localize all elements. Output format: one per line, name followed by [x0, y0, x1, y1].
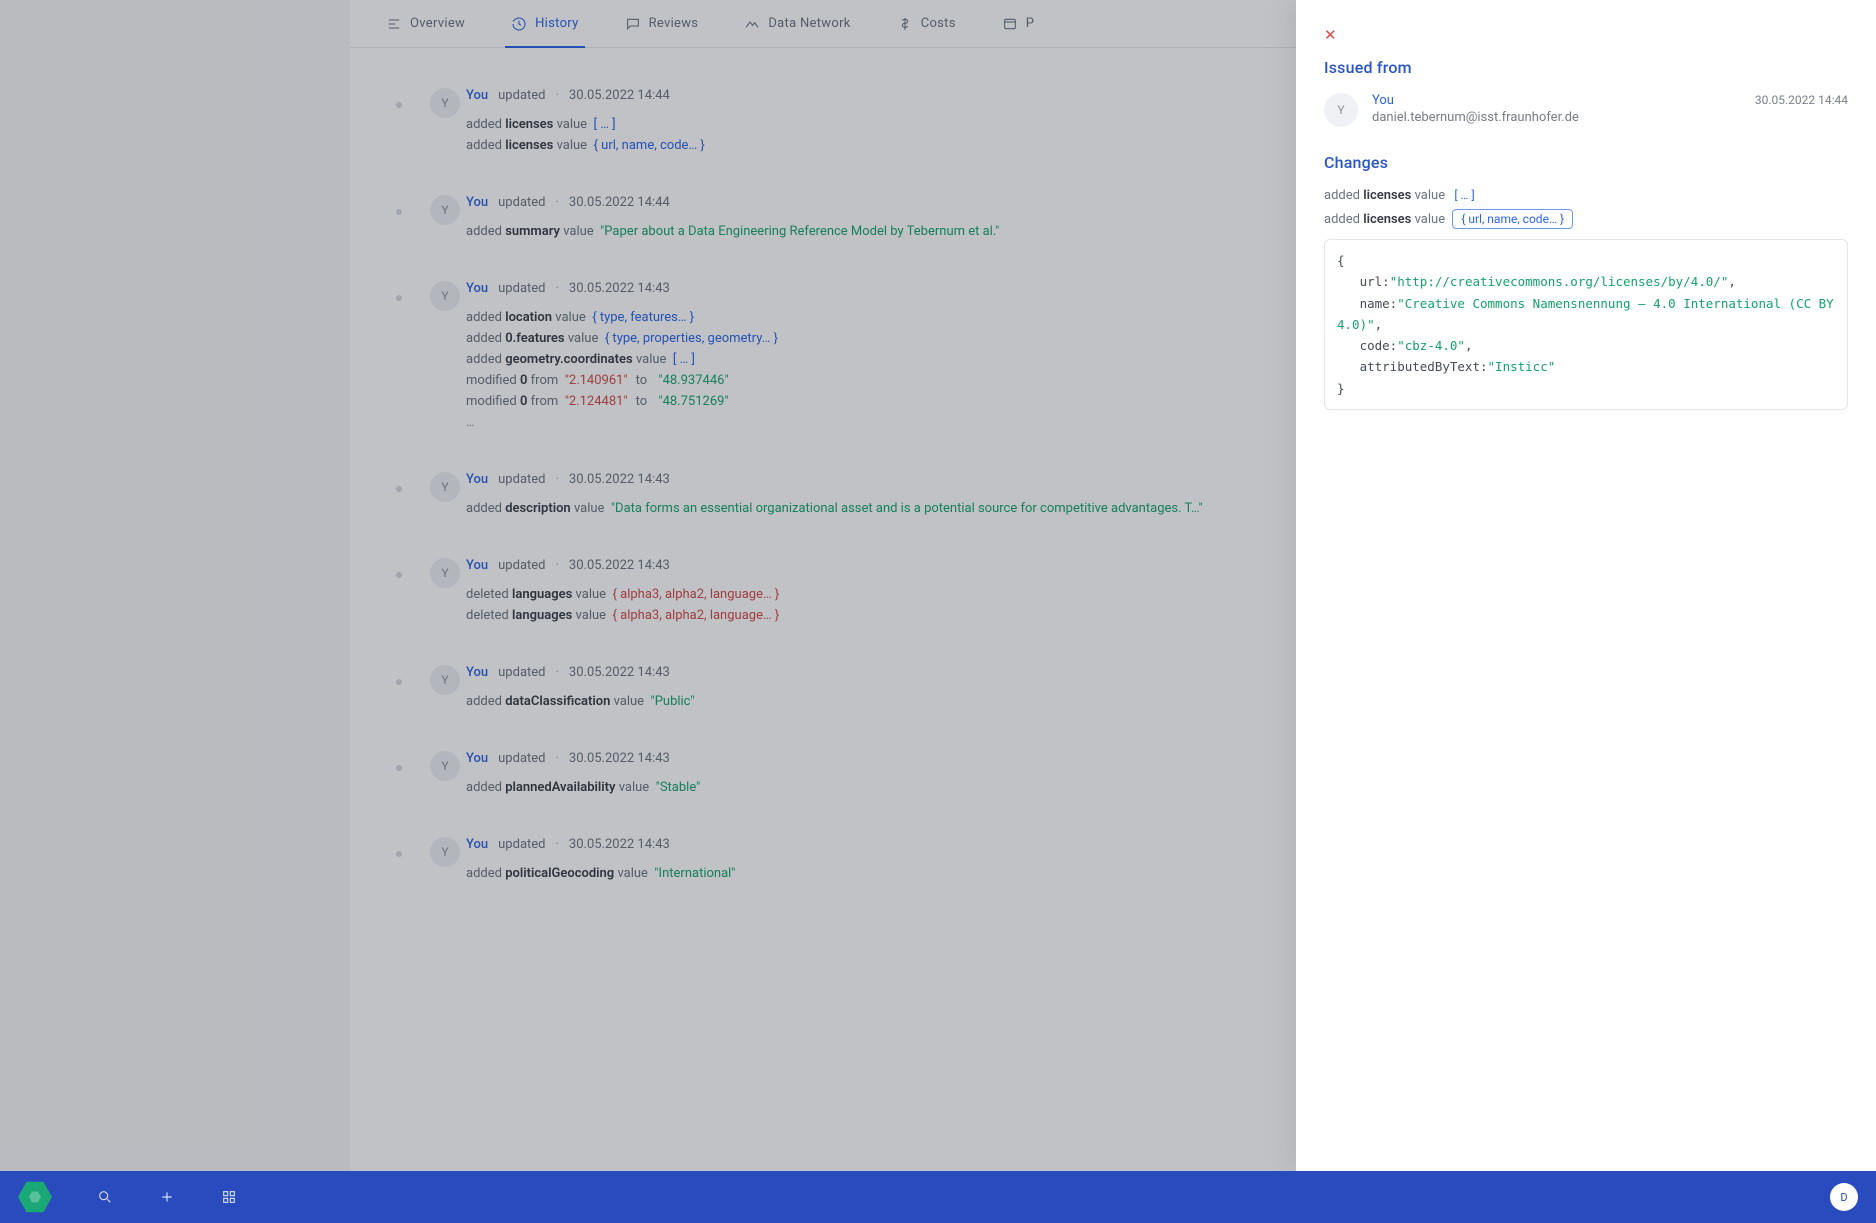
issuer-timestamp: 30.05.2022 14:44 — [1755, 93, 1848, 107]
apps-icon[interactable] — [220, 1188, 238, 1206]
detail-panel: ✕ Issued from Y You daniel.tebernum@isst… — [1296, 0, 1876, 1171]
panel-change-line: added licenses value [ … ] — [1324, 188, 1848, 203]
issued-from-heading: Issued from — [1324, 58, 1848, 77]
issuer-name: You — [1372, 93, 1741, 108]
issuer-email: daniel.tebernum@isst.fraunhofer.de — [1372, 110, 1741, 125]
app-logo[interactable] — [18, 1180, 52, 1214]
user-avatar[interactable]: D — [1830, 1183, 1858, 1211]
avatar: Y — [1324, 93, 1358, 127]
panel-change-line: added licenses value { url, name, code… … — [1324, 209, 1848, 229]
bottom-bar: D — [0, 1171, 1876, 1223]
changes-heading: Changes — [1324, 153, 1848, 172]
object-pill[interactable]: { url, name, code… } — [1452, 209, 1573, 229]
search-icon[interactable] — [96, 1188, 114, 1206]
add-icon[interactable] — [158, 1188, 176, 1206]
object-pill[interactable]: [ … ] — [1452, 188, 1476, 202]
code-block: { url:"http://creativecommons.org/licens… — [1324, 239, 1848, 410]
issuer-row: Y You daniel.tebernum@isst.fraunhofer.de… — [1324, 93, 1848, 127]
close-icon[interactable]: ✕ — [1324, 26, 1337, 44]
